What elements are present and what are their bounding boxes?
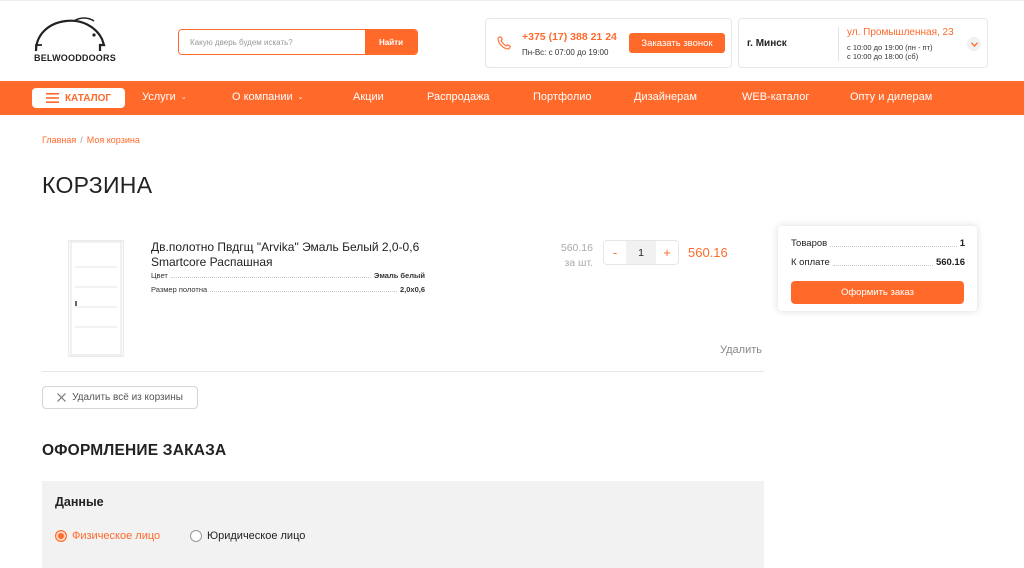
checkout-title: ОФОРМЛЕНИЕ ЗАКАЗА: [42, 442, 227, 459]
nav-item-sale[interactable]: Распродажа: [427, 91, 490, 103]
unit-price-value: 560.16: [560, 242, 593, 254]
main-nav: КАТАЛОГ Услуги ⌄ О компании ⌄ Акции Распро…: [0, 81, 1024, 115]
quantity-stepper: - 1 +: [603, 240, 679, 265]
breadcrumb-current[interactable]: Моя корзина: [87, 135, 140, 145]
nav-item-promotions[interactable]: Акции: [353, 91, 384, 103]
menu-icon: [45, 93, 59, 103]
store-hours-saturday: с 10:00 до 18:00 (сб): [847, 52, 919, 61]
city-name[interactable]: г. Минск: [747, 38, 787, 49]
plus-icon[interactable]: +: [656, 241, 678, 264]
radio-button-checked[interactable]: [55, 530, 67, 542]
unit-price: 560.16 за шт.: [540, 241, 593, 271]
store-hours-weekdays: с 10:00 до 19:00 (пн - пт): [847, 43, 933, 52]
breadcrumb: Главная / Моя корзина: [42, 135, 140, 145]
minus-icon[interactable]: -: [604, 241, 626, 264]
unit-price-label: за шт.: [564, 257, 593, 269]
callback-button[interactable]: Заказать звонок: [629, 33, 725, 53]
nav-label: Услуги: [142, 91, 176, 103]
remove-item-link[interactable]: Удалить: [720, 344, 762, 356]
prop-value: Эмаль белый: [374, 271, 425, 280]
summary-label: Товаров: [791, 238, 828, 249]
phone-hours: Пн-Вс: с 07:00 до 19:00: [522, 48, 609, 57]
order-summary: Товаров 1 К оплате 560.16 Оформить заказ: [778, 226, 977, 311]
breadcrumb-separator: /: [80, 135, 83, 145]
dotted-leader: [830, 246, 957, 247]
clear-cart-label: Удалить всё из корзины: [72, 392, 183, 403]
product-prop-size: Размер полотна 2,0х0,6: [151, 285, 425, 294]
product-name[interactable]: Дв.полотно Пвдгщ "Arvika" Эмаль Белый 2,…: [151, 240, 431, 270]
prop-label: Цвет: [151, 271, 168, 280]
summary-value: 1: [959, 238, 965, 249]
summary-label: К оплате: [791, 257, 830, 268]
nav-item-about[interactable]: О компании ⌄: [232, 91, 304, 103]
radio-legal-entity[interactable]: Юридическое лицо: [190, 530, 305, 542]
phone-icon[interactable]: [496, 35, 512, 51]
dotted-leader: [210, 291, 397, 292]
summary-value: 560.16: [935, 257, 965, 268]
search-bar: Найти: [178, 29, 418, 55]
line-total: 560.16: [688, 245, 728, 260]
page-title: КОРЗИНА: [42, 172, 153, 198]
store-address[interactable]: ул. Промышленная, 23: [847, 27, 954, 38]
radio-individual[interactable]: Физическое лицо: [55, 530, 160, 542]
nav-label: О компании: [232, 91, 293, 103]
logo-icon: [34, 17, 106, 52]
product-prop-color: Цвет Эмаль белый: [151, 271, 425, 280]
nav-item-dealers[interactable]: Опту и дилерам: [850, 91, 932, 103]
close-icon: [57, 393, 67, 402]
search-button[interactable]: Найти: [365, 30, 417, 54]
clear-cart-button[interactable]: Удалить всё из корзины: [42, 386, 198, 409]
catalog-label: КАТАЛОГ: [64, 92, 112, 104]
chevron-down-icon: ⌄: [180, 94, 187, 101]
search-input[interactable]: [179, 30, 365, 54]
nav-item-services[interactable]: Услуги ⌄: [142, 91, 187, 103]
nav-item-web-catalog[interactable]: WEB-каталог: [742, 91, 809, 103]
section-title: Данные: [55, 495, 104, 509]
divider: [838, 27, 839, 61]
site-header: BELWOODDOORS Найти +375 (17) 388 21 24 П…: [0, 0, 1024, 81]
quantity-value[interactable]: 1: [626, 241, 656, 264]
chevron-down-icon: ⌄: [297, 94, 304, 101]
checkout-button[interactable]: Оформить заказ: [791, 281, 964, 304]
logo[interactable]: BELWOODDOORS: [30, 15, 116, 69]
nav-item-designers[interactable]: Дизайнерам: [634, 91, 697, 103]
catalog-button[interactable]: КАТАЛОГ: [32, 88, 125, 108]
chevron-down-icon[interactable]: [967, 37, 981, 51]
radio-label: Юридическое лицо: [207, 530, 306, 542]
dotted-leader: [170, 277, 371, 278]
prop-value: 2,0х0,6: [399, 285, 425, 294]
summary-total-row: К оплате 560.16: [791, 257, 965, 268]
summary-items-row: Товаров 1: [791, 238, 965, 249]
contact-box: +375 (17) 388 21 24 Пн-Вс: с 07:00 до 19…: [485, 18, 732, 68]
logo-text: BELWOODDOORS: [34, 53, 116, 63]
divider: [42, 371, 764, 372]
radio-button[interactable]: [190, 530, 202, 542]
customer-data-panel: Данные Физическое лицо Юридическое лицо: [42, 481, 764, 568]
prop-label: Размер полотна: [151, 285, 208, 294]
radio-label: Физическое лицо: [72, 530, 161, 542]
phone-number[interactable]: +375 (17) 388 21 24: [522, 31, 617, 43]
product-image[interactable]: [68, 240, 124, 357]
breadcrumb-home[interactable]: Главная: [42, 135, 76, 145]
city-box[interactable]: г. Минск ул. Промышленная, 23 с 10:00 до…: [738, 18, 988, 68]
dotted-leader: [832, 265, 933, 266]
nav-item-portfolio[interactable]: Портфолио: [533, 91, 592, 103]
